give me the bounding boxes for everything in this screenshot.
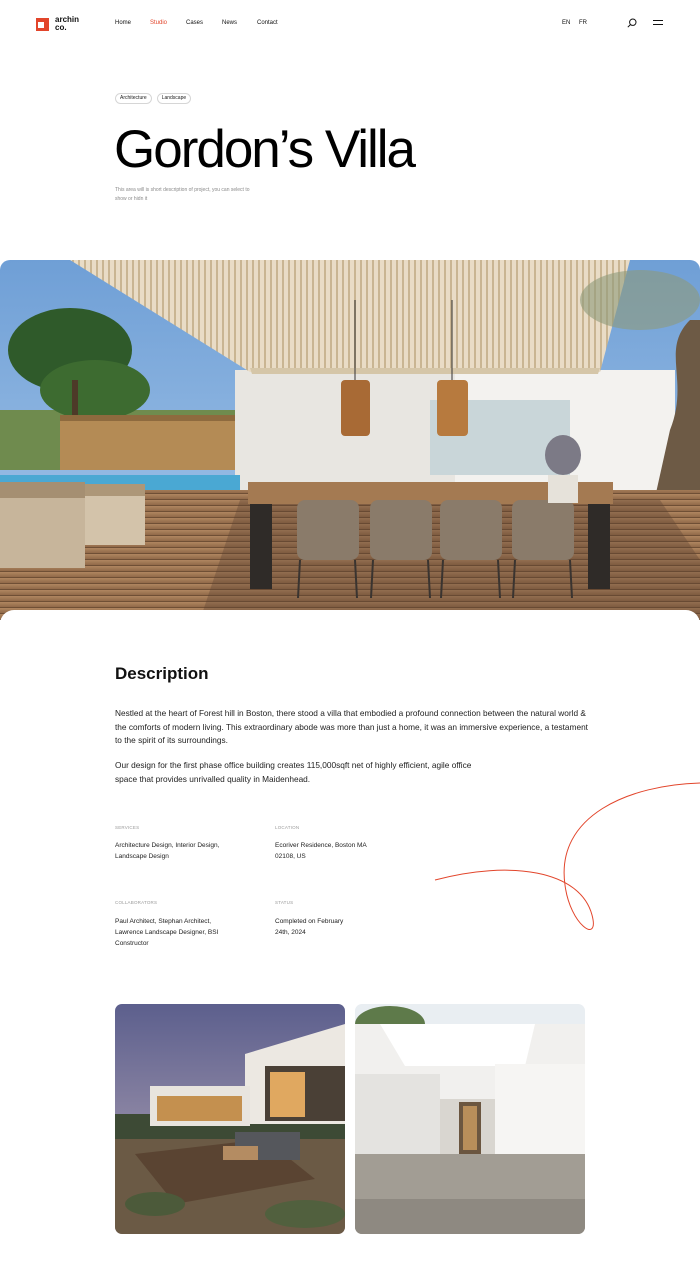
services-value: Architecture Design, Interior Design, La…	[115, 842, 220, 860]
project-title: Gordon’s Villa	[114, 120, 416, 179]
location-label: LOCATION	[275, 825, 300, 830]
collaborators-label: COLLABORATORS	[115, 900, 158, 905]
main-nav: Home Studio Cases News Contact	[115, 20, 278, 26]
search-icon[interactable]	[627, 18, 637, 28]
description-paragraph-1: Nestled at the heart of Forest hill in B…	[115, 708, 588, 746]
hero-illustration	[0, 260, 700, 620]
nav-cases[interactable]: Cases	[186, 20, 222, 26]
hero-image	[0, 260, 700, 620]
lang-fr[interactable]: FR	[579, 20, 587, 26]
brand-name-line2: co.	[55, 23, 67, 32]
brand-name: archin co.	[55, 16, 83, 32]
nav-contact[interactable]: Contact	[257, 20, 278, 26]
lang-en[interactable]: EN	[562, 20, 570, 26]
decorative-curve	[434, 782, 700, 930]
project-subtitle: This area will is short description of p…	[115, 187, 250, 202]
tag-landscape[interactable]: Landscape	[156, 93, 192, 104]
logo[interactable]: archin co.	[36, 16, 83, 32]
menu-icon[interactable]	[653, 20, 663, 26]
gallery-photo-2[interactable]	[355, 1004, 585, 1234]
nav-home[interactable]: Home	[115, 20, 150, 26]
gallery-illustration-entrance	[355, 1004, 585, 1234]
logo-icon	[36, 17, 49, 31]
collaborators-value: Paul Architect, Stephan Architect, Lawre…	[115, 918, 219, 947]
description-heading: Description	[115, 664, 209, 683]
gallery-photo-1[interactable]	[115, 1004, 345, 1234]
services-label: SERVICES	[115, 825, 140, 830]
status-label: STATUS	[275, 900, 294, 905]
site-header: archin co. Home Studio Cases News Contac…	[0, 0, 700, 48]
status-value: Completed on February 24th, 2024	[275, 918, 344, 936]
gallery-illustration-dusk	[115, 1004, 345, 1234]
nav-studio[interactable]: Studio	[150, 20, 186, 26]
location-value: Ecoriver Residence, Boston MA 02108, US	[275, 842, 367, 860]
tag-architecture[interactable]: Architecture	[115, 93, 152, 104]
nav-news[interactable]: News	[222, 20, 257, 26]
tag-list: Architecture Landscape	[115, 93, 192, 104]
